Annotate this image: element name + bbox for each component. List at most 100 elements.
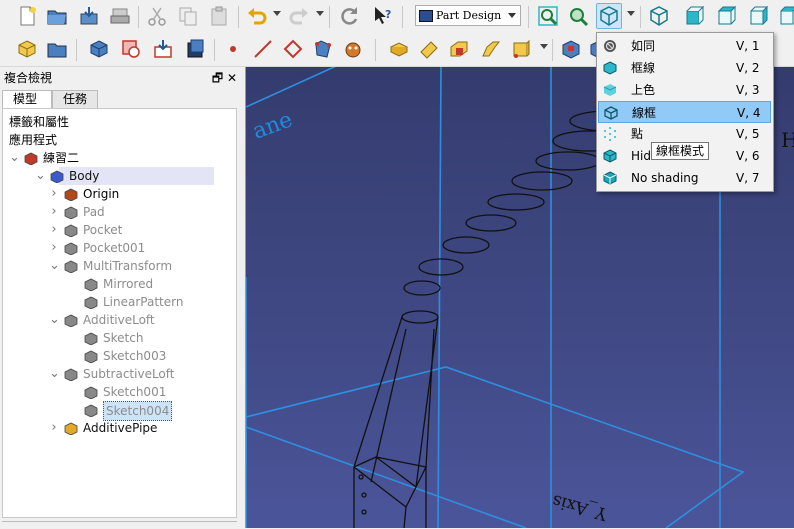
corner-label: H [781,128,794,152]
menu-item[interactable]: 線框 V, 4 [598,101,771,123]
create-body-icon[interactable] [14,36,40,62]
fit-selection-icon[interactable] [565,3,591,29]
tree-item-label: Sketch [103,331,144,345]
collapse-arrow-icon[interactable]: ⌄ [9,149,20,167]
tree-item[interactable]: ⌄ SubtractiveLoft [3,365,236,383]
tree-item[interactable]: › Pad [3,203,236,221]
expand-arrow-icon[interactable]: › [49,239,59,257]
plane-label: ane [250,107,296,144]
part-design-icon [419,9,433,22]
pad-icon[interactable] [386,36,412,62]
map-sketch-icon[interactable] [150,36,176,62]
save-icon[interactable] [76,3,102,29]
print-icon[interactable] [107,3,133,29]
menu-item-label: 線框 [632,106,657,120]
datum-line-icon[interactable] [250,36,276,62]
right-view-icon[interactable] [746,3,772,29]
tree-item[interactable]: › AdditivePipe [3,419,236,437]
tree-item[interactable]: ⌄ AdditiveLoft [3,311,236,329]
main-toolbar: ? Part Design [0,0,794,34]
additive-primitive-icon[interactable] [508,36,534,62]
menu-item-shortcut: V, 2 [736,61,760,75]
tree-item[interactable]: ⌄ 練習二 [3,149,236,167]
menu-item-shortcut: V, 5 [736,127,760,141]
tree-item-label: AdditiveLoft [83,313,155,327]
tree-item[interactable]: Sketch001 [3,383,236,401]
menu-item-shortcut: V, 7 [736,171,760,185]
tree-item[interactable]: ⌄ Body [35,167,214,185]
tree-item-label: Sketch001 [103,385,167,399]
undo-icon[interactable] [244,3,270,29]
svg-text:?: ? [385,8,391,21]
tree-item[interactable]: Sketch003 [3,347,236,365]
shape-binder-icon[interactable] [340,36,366,62]
tree-item[interactable]: Mirrored [3,275,236,293]
top-view-icon[interactable] [714,3,740,29]
feature-icon [63,223,78,238]
collapse-arrow-icon[interactable]: ⌄ [35,167,46,185]
collapse-arrow-icon[interactable]: ⌄ [49,365,60,383]
whats-this-icon[interactable]: ? [370,3,396,29]
draw-style-icon[interactable] [596,3,622,29]
local-coordinate-icon[interactable] [310,36,336,62]
edit-sketch-icon[interactable] [118,36,144,62]
collapse-arrow-icon[interactable]: ⌄ [49,257,60,275]
new-file-icon[interactable] [14,3,40,29]
tree-item[interactable]: LinearPattern [3,293,236,311]
open-folder-icon[interactable] [44,3,70,29]
feature-icon [83,349,98,364]
front-view-icon[interactable] [682,3,708,29]
menu-item-shortcut: V, 4 [737,106,761,120]
cut-icon[interactable] [144,3,170,29]
loft-wireframe [352,310,439,528]
paste-icon[interactable] [206,3,232,29]
menu-item[interactable]: 上色 V, 3 [598,79,771,101]
feature-icon [63,241,78,256]
tree-item[interactable]: Sketch [3,329,236,347]
workbench-selector[interactable]: Part Design [415,5,521,26]
expand-arrow-icon[interactable]: › [49,221,59,239]
panel-controls[interactable]: 🗗 ✕ [212,69,237,90]
validate-sketch-icon[interactable] [182,36,208,62]
pocket-icon[interactable] [558,36,584,62]
feature-icon [83,403,98,418]
workbench-name: Part Design [436,9,502,22]
revolution-icon[interactable] [416,36,442,62]
menu-item[interactable]: 框線 V, 2 [598,57,771,79]
menu-item-label: 框線 [631,61,656,75]
fit-all-icon[interactable] [535,3,561,29]
menu-item[interactable]: No shading V, 7 [598,167,771,189]
tooltip: 線框模式 [651,142,710,160]
model-tree: 標籤和屬性 應用程式 ⌄ 練習二 ⌄ Body › Origin › Pad › Pocket › P… [2,108,237,518]
feature-icon [63,421,78,436]
tree-item[interactable]: › Pocket001 [3,239,236,257]
tree-item-label: Origin [83,187,120,201]
create-sketch-icon[interactable] [86,36,112,62]
expand-arrow-icon[interactable]: › [49,419,59,437]
expand-arrow-icon[interactable]: › [49,185,59,203]
tab-model[interactable]: 模型 [2,90,52,108]
tree-item-label: Pocket [83,223,123,237]
menu-item[interactable]: 如同 V, 1 [598,35,771,57]
datum-point-icon[interactable] [220,36,246,62]
isometric-view-icon[interactable] [646,3,672,29]
rear-view-icon[interactable] [776,3,794,29]
redo-icon[interactable] [286,3,312,29]
feature-icon [63,367,78,382]
create-part-icon[interactable] [44,36,70,62]
additive-loft-icon[interactable] [446,36,472,62]
tree-item[interactable]: › Pocket [3,221,236,239]
tree-item[interactable]: › Origin [3,185,236,203]
expand-arrow-icon[interactable]: › [49,203,59,221]
datum-plane-icon[interactable] [280,36,306,62]
collapse-arrow-icon[interactable]: ⌄ [49,311,60,329]
menu-item-shortcut: V, 3 [736,83,760,97]
tree-item-label: Body [69,169,100,183]
refresh-icon[interactable] [336,3,362,29]
tree-item[interactable]: ⌄ MultiTransform [3,257,236,275]
tree-item[interactable]: Sketch004 [3,401,236,421]
as-is-icon [602,38,618,54]
additive-pipe-icon[interactable] [478,36,504,62]
copy-icon[interactable] [175,3,201,29]
tab-tasks[interactable]: 任務 [52,90,98,108]
